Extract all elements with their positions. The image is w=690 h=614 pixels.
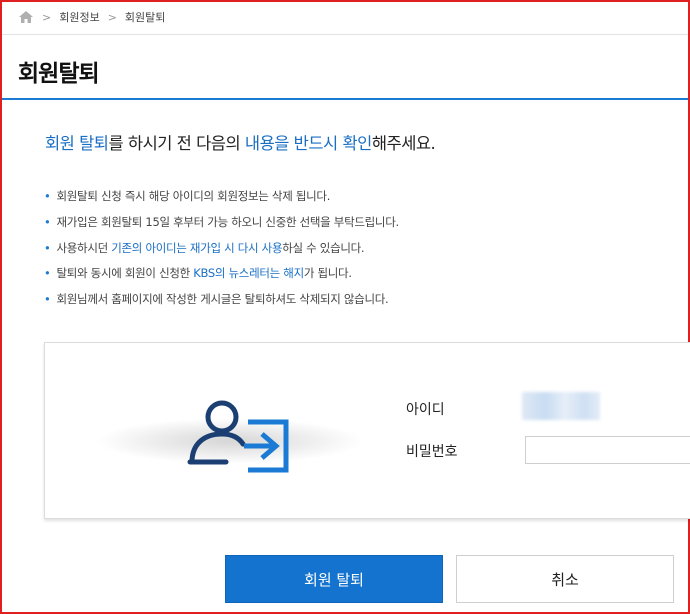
notice-item: • 사용하시던 기존의 아이디는 재가입 시 다시 사용하실 수 있습니다. <box>44 238 399 264</box>
notice-text: 회원탈퇴 신청 즉시 해당 아이디의 회원정보는 삭제 됩니다. <box>56 189 331 203</box>
bullet-icon: • <box>44 266 51 281</box>
bullet-icon: • <box>44 214 51 229</box>
notice-text: 회원님께서 홈페이지에 작성한 게시글은 탈퇴하셔도 삭제되지 않습니다. <box>56 292 389 307</box>
notice-text: 사용하시던 <box>56 240 112 255</box>
cancel-button[interactable]: 취소 <box>456 555 674 603</box>
notice-text: 재가입은 회원탈퇴 15일 후부터 가능 하오니 신중한 선택을 부탁드립니다. <box>56 214 399 229</box>
notice-list: • 회원탈퇴 신청 즉시 해당 아이디의 회원정보는 삭제 됩니다. • 재가입은 … <box>44 186 399 315</box>
bullet-icon: • <box>44 292 51 307</box>
notice-text: 탈퇴와 동시에 회원이 신청한 <box>56 266 194 281</box>
page-title: 회원탈퇴 <box>18 61 100 87</box>
lead-text-part: 를 하시기 전 다음의 <box>108 134 245 153</box>
breadcrumb: > 회원정보 > 회원탈퇴 <box>18 8 165 26</box>
lead-highlight-withdraw: 회원 탈퇴 <box>45 134 109 153</box>
bullet-icon: • <box>44 240 51 255</box>
password-input[interactable] <box>525 436 690 464</box>
notice-text: 하실 수 있습니다. <box>282 240 365 255</box>
lead-highlight-check: 내용을 반드시 확인 <box>244 134 372 153</box>
header-divider <box>2 34 688 35</box>
lead-text: 회원 탈퇴를 하시기 전 다음의 내용을 반드시 확인해주세요. <box>45 130 436 154</box>
id-label: 아이디 <box>406 402 445 418</box>
notice-text: 가 됩니다. <box>303 266 352 281</box>
notice-item: • 탈퇴와 동시에 회원이 신청한 KBS의 뉴스레터는 해지가 됩니다. <box>44 263 399 289</box>
notice-highlight: KBS의 뉴스레터는 해지 <box>193 266 304 281</box>
notice-item: • 회원님께서 홈페이지에 작성한 게시글은 탈퇴하셔도 삭제되지 않습니다. <box>44 289 399 315</box>
password-label: 비밀번호 <box>406 444 458 460</box>
lead-text-part: 해주세요. <box>371 134 436 153</box>
chevron-right-icon: > <box>107 10 117 24</box>
breadcrumb-item-withdraw[interactable]: 회원탈퇴 <box>125 9 165 25</box>
user-login-icon <box>187 400 289 473</box>
breadcrumb-item-member-info[interactable]: 회원정보 <box>59 9 99 25</box>
home-icon[interactable] <box>18 10 34 24</box>
notice-item: • 재가입은 회원탈퇴 15일 후부터 가능 하오니 신중한 선택을 부탁드립니다… <box>44 212 399 238</box>
withdraw-button[interactable]: 회원 탈퇴 <box>225 555 443 603</box>
notice-highlight: 기존의 아이디는 재가입 시 다시 사용 <box>111 240 283 255</box>
notice-item: • 회원탈퇴 신청 즉시 해당 아이디의 회원정보는 삭제 됩니다. <box>44 186 399 212</box>
title-underline <box>2 98 688 100</box>
bullet-icon: • <box>44 189 51 203</box>
chevron-right-icon: > <box>42 10 52 24</box>
user-id-value-blurred <box>522 392 600 420</box>
